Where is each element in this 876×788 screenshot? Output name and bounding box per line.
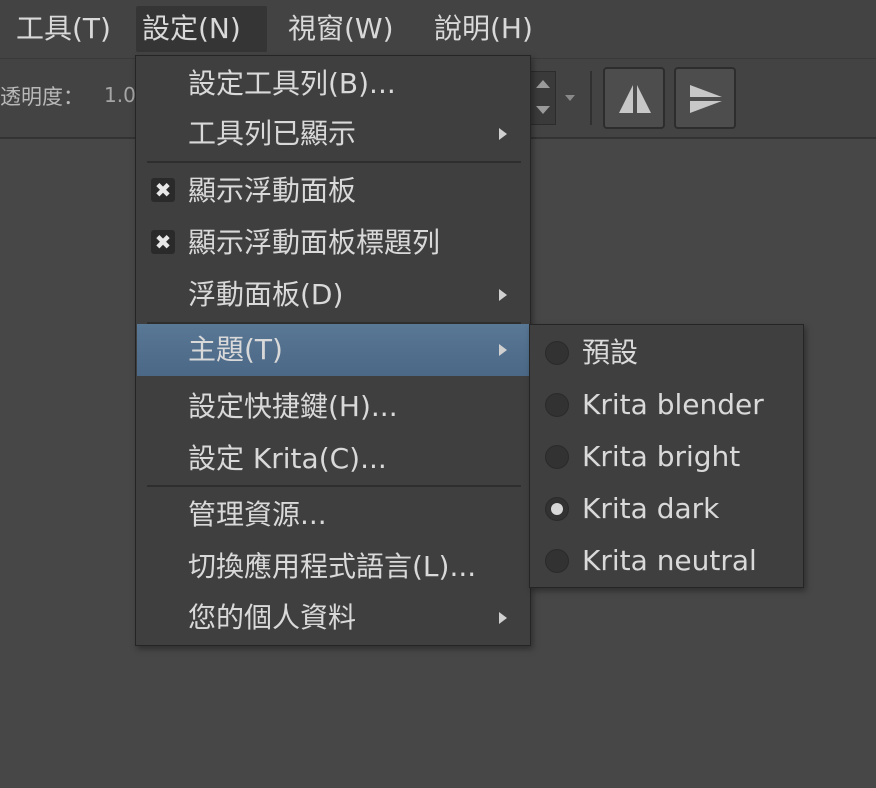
menu-window[interactable]: 視窗(W) <box>282 6 400 52</box>
menu-item-dockers[interactable]: 浮動面板(D) <box>137 270 529 320</box>
theme-option-label: Krita dark <box>582 492 720 525</box>
menu-separator <box>147 485 521 487</box>
menu-item-your-profile[interactable]: 您的個人資料 <box>137 593 529 643</box>
radio-icon[interactable] <box>545 445 569 469</box>
theme-option-label: Krita bright <box>582 440 741 473</box>
mirror-vertical-icon <box>690 85 722 113</box>
mirror-horizontal-icon <box>619 85 651 113</box>
menu-item-configure-shortcuts[interactable]: 設定快捷鍵(H)... <box>137 382 529 432</box>
chevron-down-icon[interactable] <box>565 95 575 101</box>
menu-item-label: 顯示浮動面板 <box>188 174 357 207</box>
radio-icon[interactable] <box>545 393 569 417</box>
radio-icon[interactable] <box>545 549 569 573</box>
theme-option-label: Krita neutral <box>582 544 757 577</box>
menu-item-label: 切換應用程式語言(L)... <box>188 550 477 583</box>
checkbox-checked-icon[interactable]: ✖ <box>151 178 175 202</box>
opacity-label: 透明度： <box>0 85 84 109</box>
menu-item-configure-toolbars[interactable]: 設定工具列(B)... <box>137 59 529 109</box>
spin-down-icon[interactable] <box>536 106 550 114</box>
menu-item-label: 設定快捷鍵(H)... <box>188 390 398 423</box>
theme-option-krita-dark[interactable]: Krita dark <box>531 483 802 535</box>
menu-item-toolbars-shown[interactable]: 工具列已顯示 <box>137 109 529 159</box>
menu-item-switch-language[interactable]: 切換應用程式語言(L)... <box>137 542 529 592</box>
menu-item-label: 管理資源... <box>188 498 327 531</box>
menu-item-label: 您的個人資料 <box>188 601 357 634</box>
chevron-right-icon <box>499 612 507 624</box>
menu-help[interactable]: 說明(H) <box>428 6 539 52</box>
menu-item-label: 浮動面板(D) <box>188 278 344 311</box>
theme-option-label: Krita blender <box>582 388 764 421</box>
opacity-value[interactable]: 1.0 <box>104 83 136 107</box>
menu-item-show-dockers[interactable]: ✖ 顯示浮動面板 <box>137 166 529 216</box>
theme-option-default[interactable]: 預設 <box>531 327 802 379</box>
menu-item-configure-krita[interactable]: 設定 Krita(C)... <box>137 434 529 484</box>
chevron-right-icon <box>499 344 507 356</box>
themes-submenu: 預設 Krita blender Krita bright Krita dark… <box>529 324 804 588</box>
mirror-vertical-button[interactable] <box>674 67 736 129</box>
menu-item-manage-resources[interactable]: 管理資源... <box>137 490 529 540</box>
settings-menu: 設定工具列(B)... 工具列已顯示 ✖ 顯示浮動面板 ✖ 顯示浮動面板標題列 … <box>135 55 531 646</box>
chevron-right-icon <box>499 128 507 140</box>
opacity-spinner[interactable] <box>529 71 556 125</box>
menu-separator <box>147 161 521 163</box>
menu-item-show-docker-titlebars[interactable]: ✖ 顯示浮動面板標題列 <box>137 218 529 268</box>
menu-tools[interactable]: 工具(T) <box>10 6 117 52</box>
checkbox-checked-icon[interactable]: ✖ <box>151 230 175 254</box>
spin-up-icon[interactable] <box>536 80 550 88</box>
menu-item-label: 設定 Krita(C)... <box>188 442 387 475</box>
menu-item-themes[interactable]: 主題(T) <box>137 324 529 376</box>
theme-option-krita-bright[interactable]: Krita bright <box>531 431 802 483</box>
chevron-right-icon <box>499 289 507 301</box>
menu-item-label: 主題(T) <box>188 333 283 366</box>
toolbar-separator <box>590 71 592 125</box>
mirror-horizontal-button[interactable] <box>603 67 665 129</box>
menu-item-label: 顯示浮動面板標題列 <box>188 226 441 259</box>
menu-bar: 工具(T) 設定(N) 視窗(W) 說明(H) <box>0 0 876 59</box>
theme-option-krita-blender[interactable]: Krita blender <box>531 379 802 431</box>
radio-selected-icon[interactable] <box>545 497 569 521</box>
theme-option-krita-neutral[interactable]: Krita neutral <box>531 535 802 587</box>
menu-settings[interactable]: 設定(N) <box>136 6 267 52</box>
radio-icon[interactable] <box>545 341 569 365</box>
krita-window: 工具(T) 設定(N) 視窗(W) 說明(H) 透明度： 1.0 設定工具列(B… <box>0 0 876 788</box>
menu-item-label: 工具列已顯示 <box>188 117 357 150</box>
menu-item-label: 設定工具列(B)... <box>188 67 396 100</box>
theme-option-label: 預設 <box>582 336 639 369</box>
